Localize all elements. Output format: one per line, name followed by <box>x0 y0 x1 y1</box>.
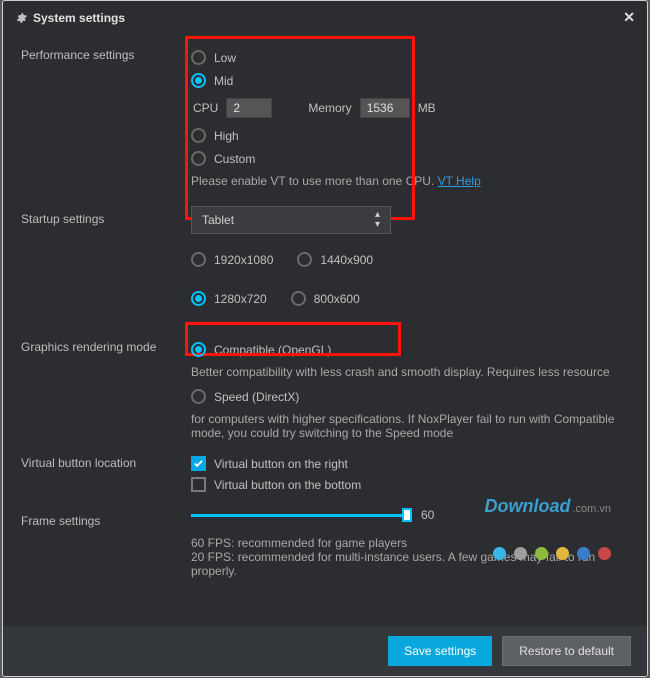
perf-custom-label: Custom <box>214 152 255 166</box>
res-800x600[interactable]: 800x600 <box>291 291 360 306</box>
color-dot <box>514 547 527 560</box>
res-1920x1080[interactable]: 1920x1080 <box>191 252 273 267</box>
vbutton-right[interactable]: Virtual button on the right <box>191 456 629 471</box>
startup-select[interactable]: Tablet ▴▾ <box>191 206 391 234</box>
fps-slider[interactable] <box>191 508 411 522</box>
close-icon[interactable]: ✕ <box>623 9 635 26</box>
cpu-label: CPU <box>193 101 218 115</box>
radio-icon <box>291 291 306 306</box>
graphics-compatible[interactable]: Compatible (OpenGL) <box>191 342 629 357</box>
res-1280x720[interactable]: 1280x720 <box>191 291 267 306</box>
graphics-speed[interactable]: Speed (DirectX) <box>191 389 629 404</box>
color-dot <box>598 547 611 560</box>
perf-high[interactable]: High <box>191 128 629 143</box>
speed-label: Speed (DirectX) <box>214 390 299 404</box>
memory-label: Memory <box>308 101 351 115</box>
color-dot <box>556 547 569 560</box>
memory-input[interactable] <box>360 98 410 118</box>
color-dot <box>493 547 506 560</box>
perf-mid[interactable]: Mid <box>191 73 629 88</box>
radio-icon <box>191 291 206 306</box>
restore-button[interactable]: Restore to default <box>502 636 631 666</box>
speed-desc: for computers with higher specifications… <box>191 412 621 440</box>
radio-icon <box>191 252 206 267</box>
color-dot <box>577 547 590 560</box>
startup-selected: Tablet <box>202 213 234 227</box>
radio-icon <box>191 50 206 65</box>
perf-custom[interactable]: Custom <box>191 151 629 166</box>
cpu-input[interactable] <box>226 98 272 118</box>
checkbox-icon <box>191 477 206 492</box>
frame-label: Frame settings <box>21 508 191 578</box>
radio-icon <box>191 151 206 166</box>
radio-icon <box>297 252 312 267</box>
color-dot <box>535 547 548 560</box>
vt-help-text: Please enable VT to use more than one CP… <box>191 174 629 188</box>
checkbox-icon <box>191 456 206 471</box>
compatible-desc: Better compatibility with less crash and… <box>191 365 629 379</box>
radio-icon <box>191 342 206 357</box>
vbutton-bottom[interactable]: Virtual button on the bottom <box>191 477 629 492</box>
perf-mid-label: Mid <box>214 74 233 88</box>
startup-label: Startup settings <box>21 206 191 324</box>
res-1440x900[interactable]: 1440x900 <box>297 252 373 267</box>
save-button[interactable]: Save settings <box>388 636 492 666</box>
chevron-updown-icon: ▴▾ <box>375 210 380 230</box>
perf-high-label: High <box>214 129 239 143</box>
window-title: System settings <box>33 11 125 25</box>
slider-thumb[interactable] <box>402 508 412 522</box>
radio-icon <box>191 389 206 404</box>
radio-icon <box>191 128 206 143</box>
fps-value: 60 <box>421 508 434 522</box>
vt-help-link[interactable]: VT Help <box>438 174 481 188</box>
content-area: Performance settings Low Mid CPU Memory <box>3 34 647 594</box>
memory-unit: MB <box>418 101 436 115</box>
footer: Save settings Restore to default <box>3 626 647 676</box>
perf-low-label: Low <box>214 51 236 65</box>
perf-low[interactable]: Low <box>191 50 629 65</box>
graphics-label: Graphics rendering mode <box>21 334 191 440</box>
vbutton-label: Virtual button location <box>21 450 191 498</box>
gear-icon <box>15 12 27 24</box>
settings-window: System settings ✕ Performance settings L… <box>2 0 648 677</box>
compatible-label: Compatible (OpenGL) <box>214 343 331 357</box>
color-dots <box>493 547 611 560</box>
performance-label: Performance settings <box>21 42 191 188</box>
titlebar: System settings ✕ <box>3 1 647 34</box>
radio-icon <box>191 73 206 88</box>
